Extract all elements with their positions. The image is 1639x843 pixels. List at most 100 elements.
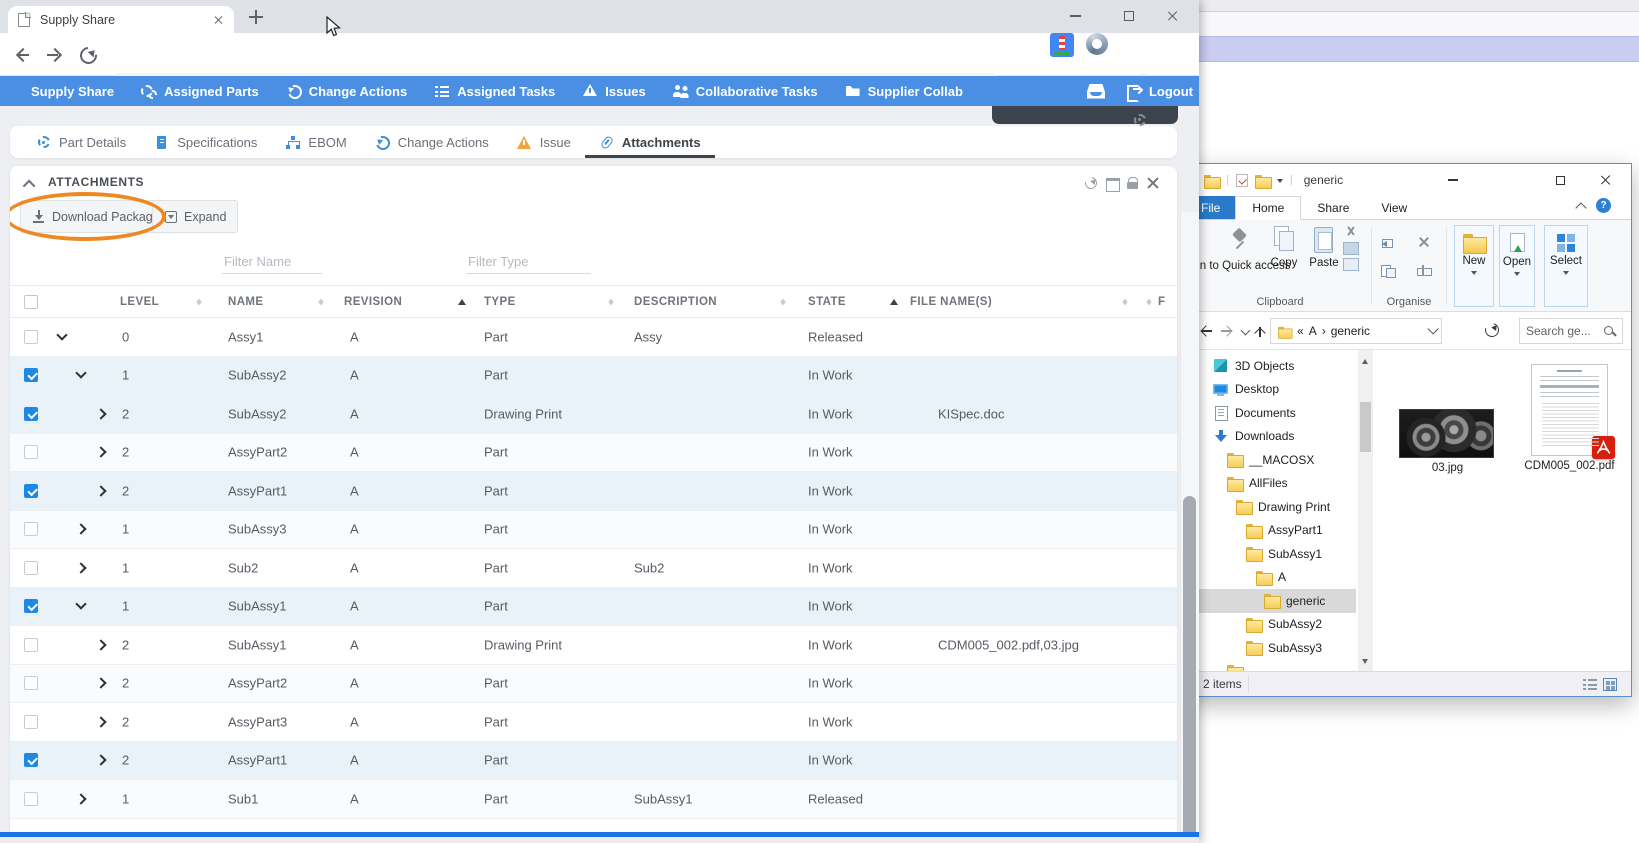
row-expand-chevron[interactable] — [96, 447, 106, 457]
reload-icon[interactable] — [78, 45, 98, 65]
browser-maximize-button[interactable] — [1116, 5, 1142, 27]
tree-item[interactable]: 3D Objects — [1186, 354, 1356, 378]
tree-item[interactable]: __MACOSX — [1186, 448, 1356, 472]
tree-item[interactable]: AssyPart1 — [1186, 519, 1356, 543]
row-expand-chevron[interactable] — [76, 370, 86, 380]
table-row[interactable]: 1 SubAssy3 A Part In Work — [10, 511, 1177, 550]
expand-button[interactable]: Expand — [152, 200, 238, 233]
nav-item[interactable]: Assigned Parts — [141, 83, 259, 99]
row-checkbox[interactable] — [24, 676, 38, 690]
row-checkbox[interactable] — [24, 368, 38, 382]
nav-item[interactable]: Change Actions — [286, 83, 407, 99]
quick-access-dropdown-icon[interactable] — [1277, 179, 1283, 186]
table-row[interactable]: 2 AssyPart2 A Part In Work — [10, 434, 1177, 473]
up-icon[interactable] — [1252, 323, 1268, 339]
lighthouse-extension-icon[interactable] — [1050, 33, 1074, 57]
browser-tab[interactable]: Supply Share — [8, 6, 234, 33]
sort-icon[interactable] — [1122, 295, 1129, 308]
table-row[interactable]: 2 AssyPart1 A Part In Work — [10, 742, 1177, 781]
explorer-maximize-button[interactable] — [1549, 170, 1571, 190]
column-header-filenames[interactable]: FILE NAME(S) — [910, 296, 992, 308]
file-item-pdf[interactable]: CDM005_002.pdf — [1521, 364, 1618, 472]
row-expand-chevron[interactable] — [76, 563, 86, 573]
table-row[interactable]: 1 SubAssy1 A Part In Work — [10, 588, 1177, 627]
tree-item[interactable]: Documents — [1186, 401, 1356, 425]
row-expand-chevron[interactable] — [57, 332, 67, 342]
forward-icon[interactable] — [1220, 323, 1236, 339]
sort-icon[interactable] — [608, 295, 615, 308]
row-checkbox[interactable] — [24, 715, 38, 729]
column-header-partial[interactable]: F — [1158, 296, 1165, 308]
table-row[interactable]: 1 Sub2 A Part Sub2 In Work — [10, 549, 1177, 588]
delete-icon[interactable] — [1416, 236, 1432, 249]
tree-item[interactable]: SubAssy2 — [1186, 613, 1356, 637]
nav-item[interactable]: Collaborative Tasks — [673, 83, 818, 99]
details-view-icon[interactable] — [1583, 678, 1597, 691]
row-expand-chevron[interactable] — [76, 794, 86, 804]
ribbon-tab[interactable]: Home — [1235, 196, 1301, 220]
scroll-up-icon[interactable] — [1362, 356, 1368, 364]
table-row[interactable]: 2 AssyPart3 A Part In Work — [10, 703, 1177, 742]
breadcrumb-current[interactable]: generic — [1331, 324, 1370, 338]
help-icon[interactable]: ? — [1596, 198, 1611, 213]
address-dropdown-icon[interactable] — [1427, 323, 1438, 334]
tree-item[interactable]: Drawing Print — [1186, 495, 1356, 519]
tab-close-icon[interactable] — [214, 15, 224, 25]
row-checkbox[interactable] — [24, 330, 38, 344]
thumbnails-view-icon[interactable] — [1603, 678, 1617, 691]
row-checkbox[interactable] — [24, 638, 38, 652]
panel-lock-icon[interactable] — [1124, 175, 1140, 191]
rename-icon[interactable] — [1416, 264, 1432, 277]
table-row[interactable]: 2 AssyPart1 A Part In Work — [10, 472, 1177, 511]
row-checkbox[interactable] — [24, 407, 38, 421]
table-row[interactable]: 2 AssyPart2 A Part In Work — [10, 665, 1177, 704]
breadcrumb-collapsed[interactable]: « — [1297, 324, 1304, 338]
explorer-minimize-button[interactable] — [1442, 170, 1464, 190]
tree-item[interactable]: AllFiles — [1186, 472, 1356, 496]
sort-icon[interactable] — [196, 295, 203, 308]
tree-item[interactable]: generic — [1186, 589, 1356, 613]
search-box[interactable]: Search ge... — [1519, 318, 1623, 344]
refresh-button[interactable] — [1482, 320, 1504, 342]
sort-icon[interactable] — [780, 295, 787, 308]
table-row[interactable]: 1 Sub1 A Part SubAssy1 Released — [10, 780, 1177, 819]
panel-refresh-icon[interactable] — [1083, 175, 1099, 191]
ribbon-tab[interactable]: Share — [1301, 196, 1365, 219]
column-header-level[interactable]: LEVEL — [120, 296, 159, 308]
new-tab-button[interactable] — [248, 9, 264, 25]
nav-item[interactable]: Supplier Collab — [845, 83, 963, 99]
scroll-down-icon[interactable] — [1362, 659, 1368, 667]
table-row[interactable]: 2 SubAssy1 A Drawing Print In Work CDM00… — [10, 626, 1177, 665]
file-item-jpg[interactable]: 03.jpg — [1399, 409, 1496, 474]
row-expand-chevron[interactable] — [96, 409, 106, 419]
row-expand-chevron[interactable] — [96, 717, 106, 727]
tree-item[interactable]: Desktop — [1186, 378, 1356, 402]
row-checkbox[interactable] — [24, 792, 38, 806]
row-checkbox[interactable] — [24, 753, 38, 767]
tree-scrollbar-thumb[interactable] — [1360, 402, 1371, 452]
panel-collapse-icon[interactable] — [23, 180, 36, 193]
browser-minimize-button[interactable] — [1062, 5, 1088, 27]
browser-close-button[interactable] — [1160, 5, 1186, 27]
paste-shortcut-icon[interactable] — [1343, 258, 1359, 271]
row-expand-chevron[interactable] — [96, 486, 106, 496]
row-checkbox[interactable] — [24, 445, 38, 459]
back-icon[interactable] — [1198, 323, 1214, 339]
forward-icon[interactable] — [45, 45, 65, 65]
page-scrollbar-thumb[interactable] — [1183, 496, 1196, 843]
table-row[interactable]: 0 Assy1 A Part Assy Released — [10, 318, 1177, 357]
explorer-close-button[interactable] — [1595, 170, 1617, 190]
column-header-description[interactable]: DESCRIPTION — [634, 296, 717, 308]
back-icon[interactable] — [12, 45, 32, 65]
row-expand-chevron[interactable] — [76, 601, 86, 611]
row-expand-chevron[interactable] — [96, 640, 106, 650]
tree-item[interactable]: A — [1186, 566, 1356, 590]
tree-item[interactable]: SubAssy3 — [1186, 636, 1356, 660]
column-header-name[interactable]: NAME — [228, 296, 263, 308]
row-checkbox[interactable] — [24, 484, 38, 498]
tree-scrollbar[interactable] — [1358, 350, 1373, 673]
panel-close-icon[interactable] — [1145, 175, 1161, 191]
nav-item[interactable]: Supply Share — [8, 83, 114, 99]
nav-item[interactable]: Issues — [582, 83, 645, 99]
inbox-tray-icon[interactable] — [1087, 84, 1105, 99]
